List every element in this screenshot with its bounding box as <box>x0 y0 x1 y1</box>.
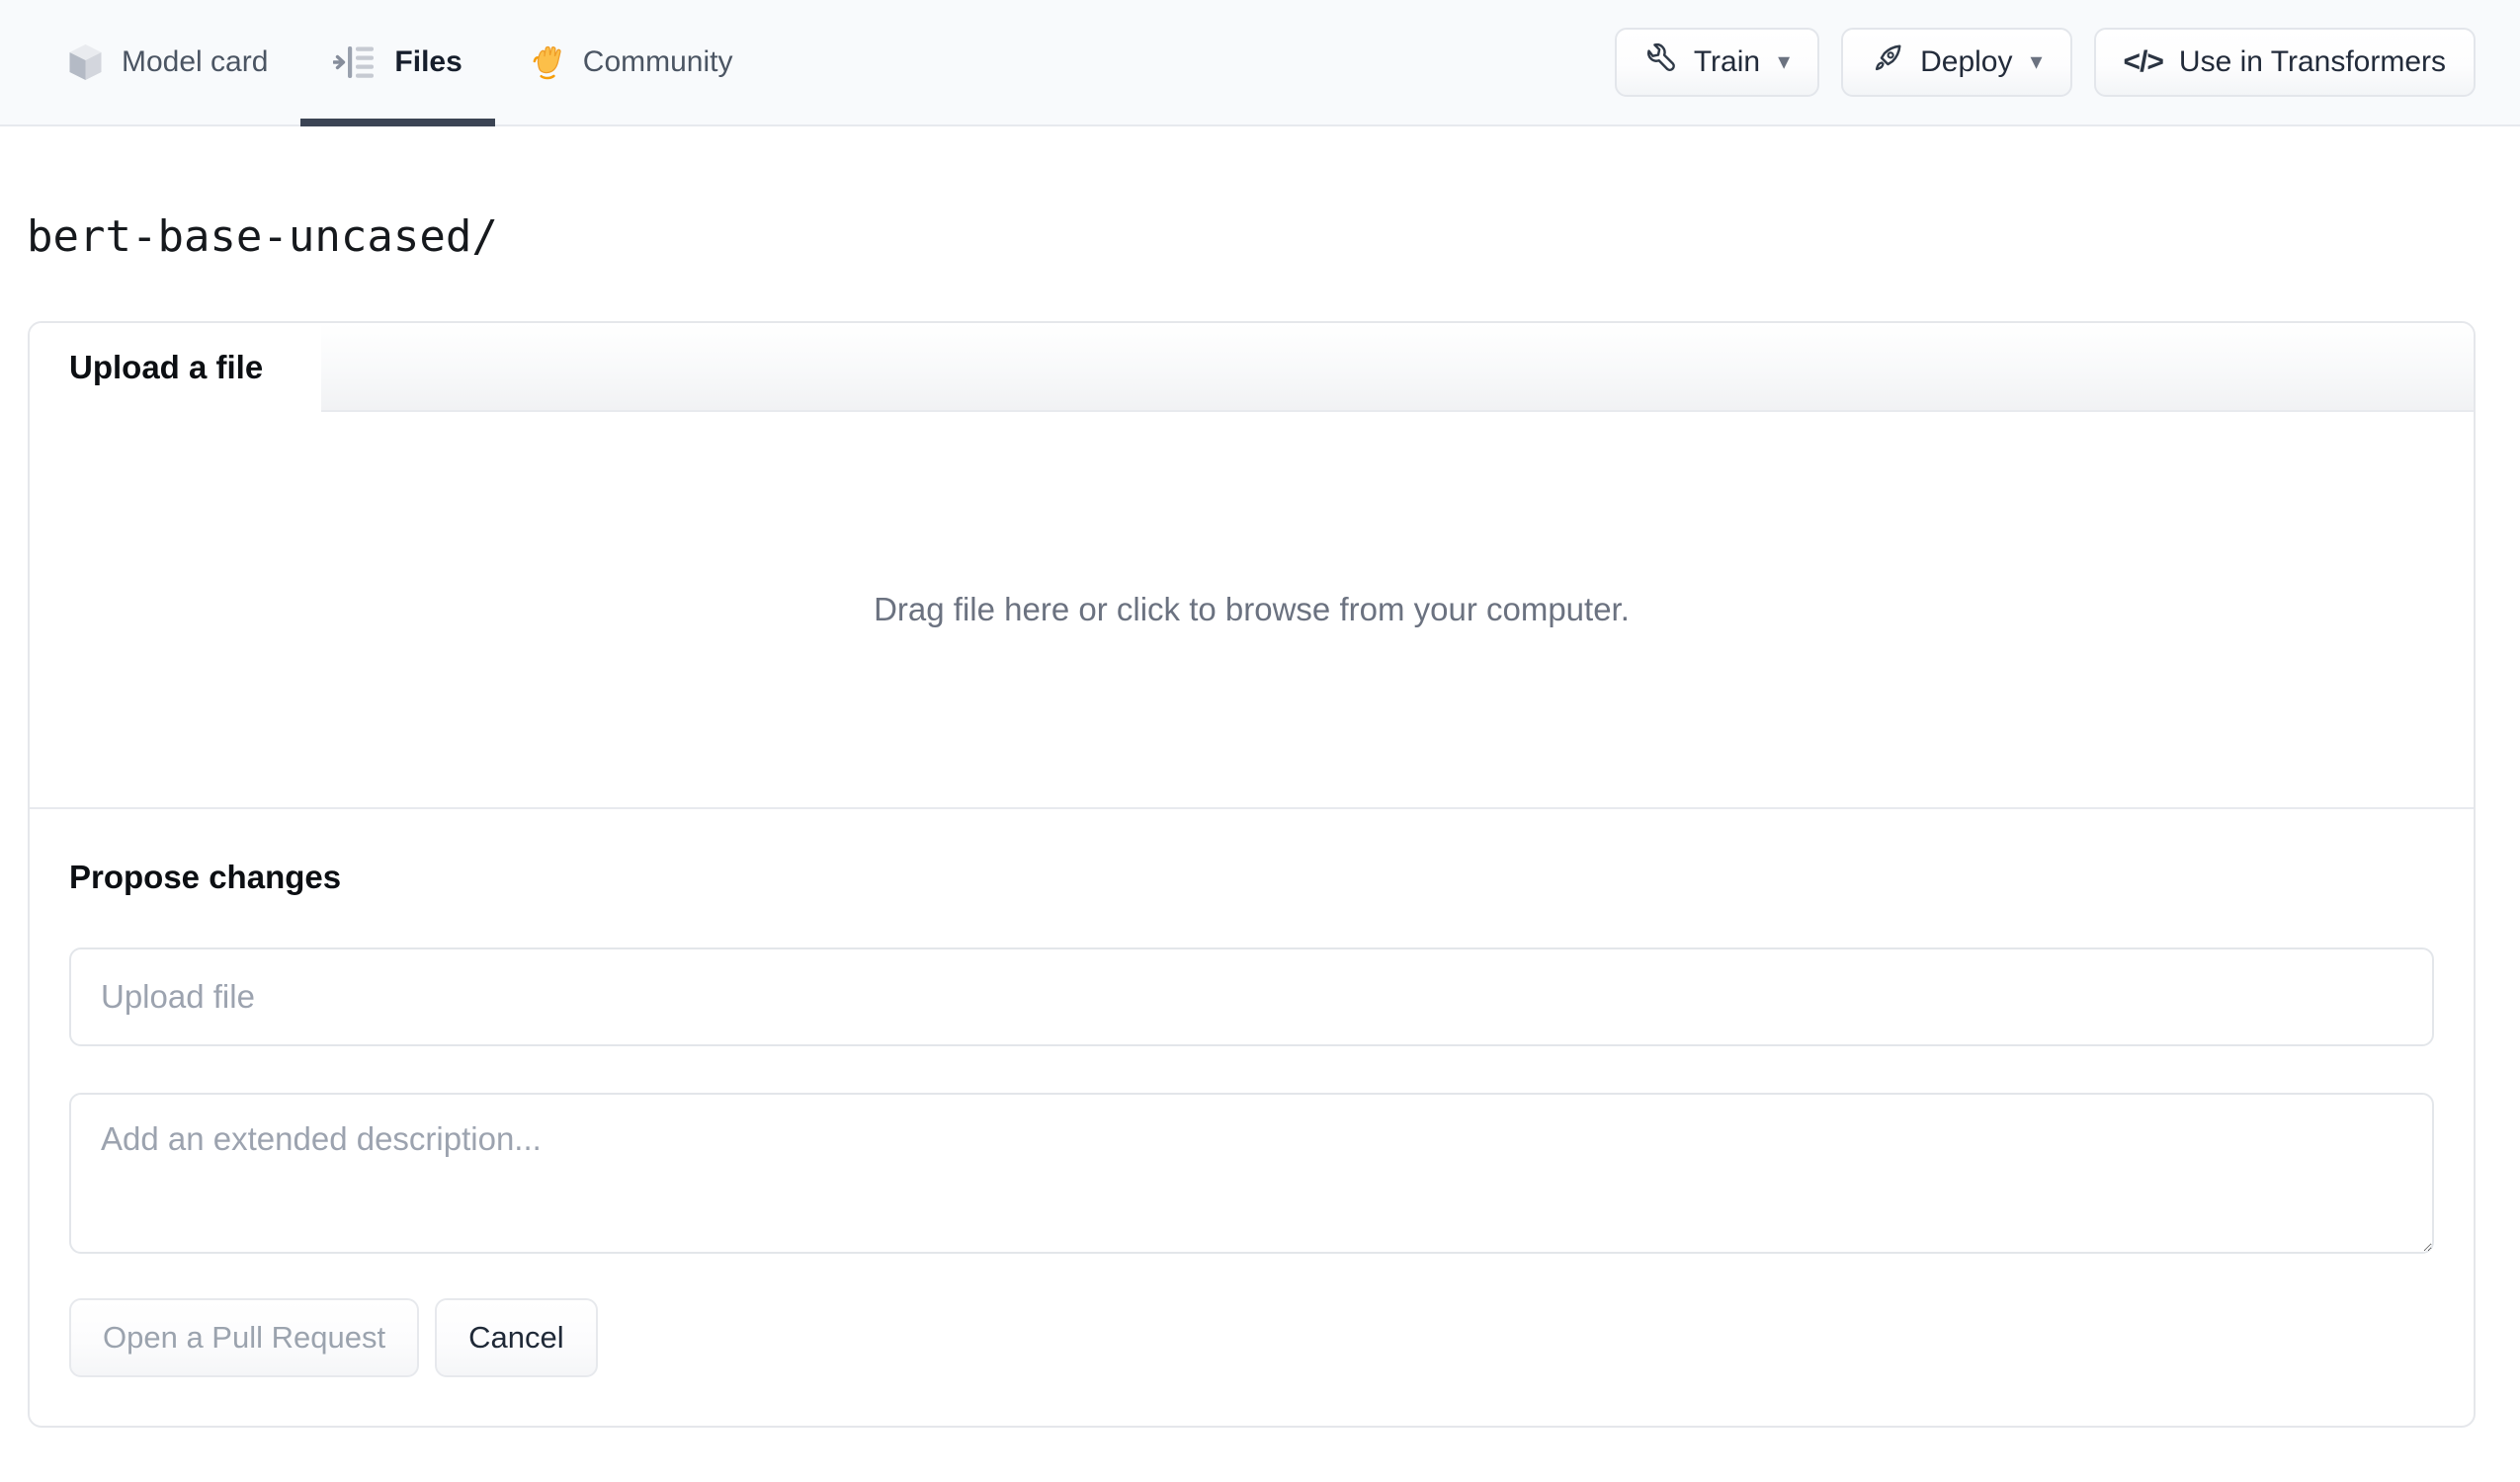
deploy-button-label: Deploy <box>1920 45 2013 78</box>
tab-upload-a-file[interactable]: Upload a file <box>30 322 321 412</box>
description-textarea[interactable] <box>69 1092 2434 1254</box>
tab-community[interactable]: Community <box>495 0 766 124</box>
tab-files-label: Files <box>394 45 462 78</box>
propose-changes-heading: Propose changes <box>69 858 342 895</box>
upload-card-tab-strip: Upload a file <box>30 322 2474 412</box>
upload-file-input[interactable] <box>69 947 2434 1046</box>
code-icon: </> <box>2123 45 2164 78</box>
train-button[interactable]: Train ▾ <box>1614 28 1820 97</box>
main-content: bert-base-uncased/ Upload a file Drag fi… <box>0 126 2520 1428</box>
tab-model-card[interactable]: Model card <box>35 0 300 124</box>
tab-community-label: Community <box>582 45 733 78</box>
propose-changes-section: Propose changes Open a Pull Request Canc… <box>30 809 2474 1426</box>
train-button-label: Train <box>1693 45 1761 78</box>
tab-upload-a-file-label: Upload a file <box>69 348 264 385</box>
propose-actions: Open a Pull Request Cancel <box>69 1297 2434 1377</box>
model-cube-icon <box>67 42 104 82</box>
repo-action-buttons: Train ▾ Deploy ▾ </> Use in Transformers <box>1614 28 2476 97</box>
files-list-icon <box>333 43 377 81</box>
repo-nav: Model card Files Community Train ▾ Deplo… <box>0 0 2520 126</box>
dropzone-hint-text: Drag file here or click to browse from y… <box>874 590 1630 627</box>
rocket-icon <box>1871 41 1904 83</box>
upload-card: Upload a file Drag file here or click to… <box>28 320 2476 1428</box>
chevron-down-icon: ▾ <box>2030 48 2043 75</box>
cancel-button[interactable]: Cancel <box>435 1297 598 1377</box>
tab-strip-filler <box>321 322 2474 412</box>
tab-files[interactable]: Files <box>300 0 496 126</box>
file-dropzone[interactable]: Drag file here or click to browse from y… <box>30 411 2474 809</box>
use-in-transformers-label: Use in Transformers <box>2178 45 2446 78</box>
tab-model-card-label: Model card <box>122 45 269 78</box>
breadcrumb[interactable]: bert-base-uncased/ <box>27 211 498 264</box>
repo-tab-bar: Model card Files Community <box>35 0 766 126</box>
deploy-button[interactable]: Deploy ▾ <box>1841 28 2072 97</box>
use-in-transformers-button[interactable]: </> Use in Transformers <box>2093 28 2476 97</box>
chevron-down-icon: ▾ <box>1778 48 1791 75</box>
waving-hand-icon <box>528 43 565 81</box>
wrench-icon <box>1644 41 1678 83</box>
open-pull-request-button[interactable]: Open a Pull Request <box>69 1297 420 1377</box>
